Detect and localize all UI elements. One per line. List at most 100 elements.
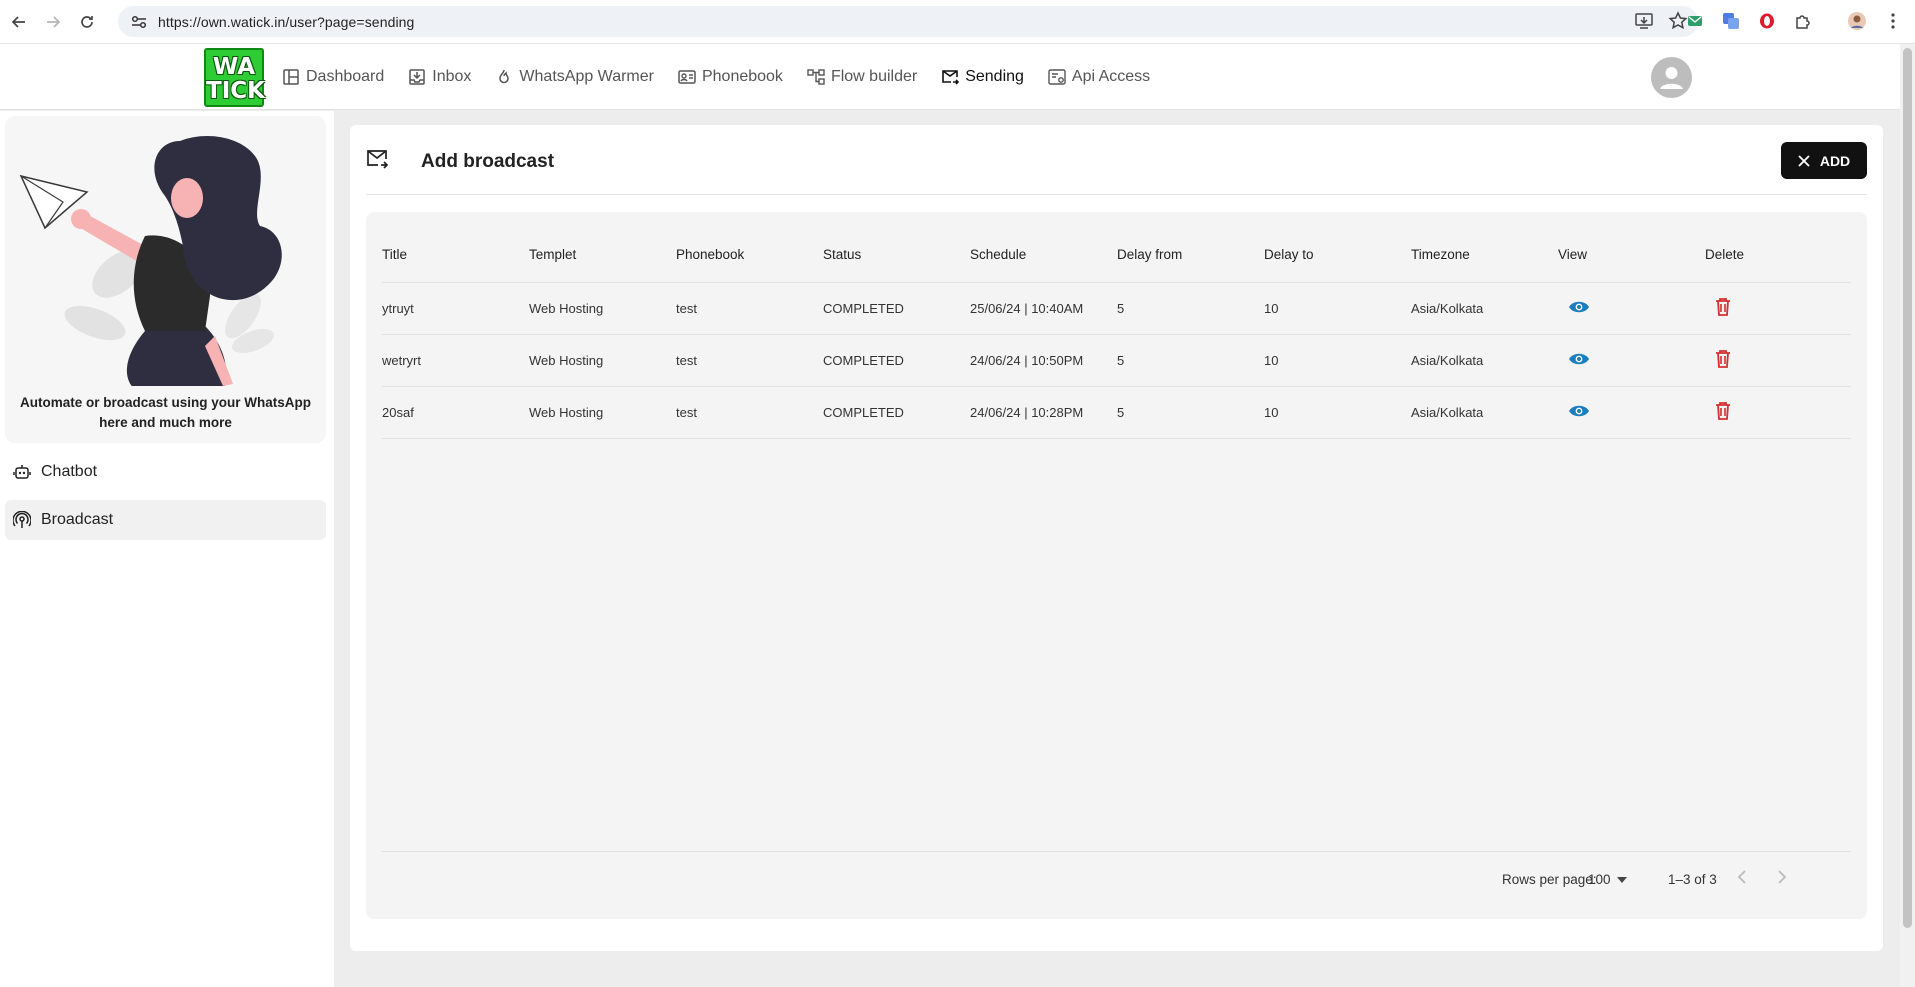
page-title: Add broadcast [421,151,555,172]
mail-send-icon [942,70,960,85]
watick-logo[interactable]: WA TICK [204,48,265,107]
cell-view [1558,300,1705,317]
user-avatar[interactable] [1651,57,1692,98]
flow-icon [807,69,825,85]
column-header-title[interactable]: Title [382,247,529,262]
column-header-delay-to[interactable]: Delay to [1264,247,1411,262]
cell-title: ytruyt [382,301,414,316]
cell-timezone: Asia/Kolkata [1411,405,1484,420]
install-app-icon[interactable] [1634,11,1654,36]
rows-per-page-select[interactable]: 100 [1588,872,1627,887]
table-pagination: Rows per page: 100 1–3 of 3 [382,851,1851,905]
cell-status: COMPLETED [823,353,904,368]
browser-menu-icon[interactable] [1881,9,1905,33]
table-row: 20saf Web Hosting test COMPLETED 24/06/2… [382,387,1851,439]
site-settings-icon[interactable] [124,15,154,29]
forward-icon[interactable] [38,7,68,37]
cell-delay-from: 5 [1117,405,1125,420]
column-header-delay-from[interactable]: Delay from [1117,247,1264,262]
add-broadcast-button[interactable]: ADD [1781,142,1867,179]
extension-mail-icon[interactable] [1683,9,1707,33]
cell-schedule: 24/06/24 | 10:50PM [970,353,1084,368]
nav-api-access[interactable]: Api Access [1048,68,1150,86]
contacts-icon [678,70,696,84]
browser-toolbar: https://own.watick.in/user?page=sending [0,0,1915,44]
table-header: Title Templet Phonebook Status Schedule … [382,212,1851,283]
column-header-delete[interactable]: Delete [1705,247,1852,262]
address-bar[interactable]: https://own.watick.in/user?page=sending [118,6,1698,37]
cell-delay-to: 10 [1264,353,1279,368]
page-scrollbar[interactable] [1900,44,1915,987]
column-header-timezone[interactable]: Timezone [1411,247,1558,262]
pagination-range: 1–3 of 3 [1668,872,1717,887]
delete-trash-icon[interactable] [1715,402,1731,423]
sidebar-item-chatbot[interactable]: Chatbot [5,452,326,492]
cell-phonebook: test [676,301,697,316]
cell-timezone: Asia/Kolkata [1411,353,1484,368]
broadcast-table: Title Templet Phonebook Status Schedule … [366,212,1867,919]
cell-delete [1705,298,1852,319]
inbox-icon [409,69,426,85]
column-header-status[interactable]: Status [823,247,970,262]
extension-opera-icon[interactable] [1755,9,1779,33]
rows-per-page-label: Rows per page: [1502,872,1597,887]
cell-templet: Web Hosting [529,353,604,368]
cell-title: 20saf [382,405,414,420]
nav-whatsapp-warmer[interactable]: WhatsApp Warmer [495,68,654,86]
nav-inbox[interactable]: Inbox [408,68,471,86]
broadcast-card: Add broadcast ADD Title Templet Phoneboo… [350,125,1883,951]
top-navigation: Dashboard Inbox WhatsApp Warmer Phoneboo… [282,44,1174,110]
close-icon [1798,154,1810,167]
broadcast-icon [13,511,31,528]
cell-phonebook: test [676,405,697,420]
cell-timezone: Asia/Kolkata [1411,301,1484,316]
column-header-view[interactable]: View [1558,247,1705,262]
robot-icon [13,465,31,479]
card-header: Add broadcast ADD [366,125,1867,195]
cell-delay-from: 5 [1117,353,1125,368]
sidebar-item-broadcast[interactable]: Broadcast [5,500,326,540]
app-header: WA TICK Dashboard Inbox WhatsApp Warmer … [0,44,1900,110]
delete-trash-icon[interactable] [1715,298,1731,319]
nav-flow-builder[interactable]: Flow builder [807,68,917,86]
cell-view [1558,404,1705,421]
view-eye-icon[interactable] [1568,352,1590,369]
mail-send-icon [366,149,389,174]
cell-title: wetryrt [382,353,421,368]
column-header-templet[interactable]: Templet [529,247,676,262]
woman-paper-plane-illustration [19,136,282,396]
extension-translate-icon[interactable] [1719,9,1743,33]
back-icon[interactable] [4,7,34,37]
sidebar: Automate or broadcast using your WhatsAp… [0,111,334,987]
cell-delay-to: 10 [1264,301,1279,316]
cell-schedule: 25/06/24 | 10:40AM [970,301,1084,316]
cell-delay-from: 5 [1117,301,1125,316]
fire-icon [499,69,510,84]
nav-sending[interactable]: Sending [941,68,1024,86]
api-icon [1048,69,1066,85]
cell-status: COMPLETED [823,405,904,420]
dashboard-icon [283,69,299,85]
table-row: ytruyt Web Hosting test COMPLETED 25/06/… [382,283,1851,335]
caret-down-icon [1616,876,1627,883]
profile-avatar-icon[interactable] [1845,9,1869,33]
view-eye-icon[interactable] [1568,404,1590,421]
nav-dashboard[interactable]: Dashboard [282,68,384,86]
column-header-schedule[interactable]: Schedule [970,247,1117,262]
table-row: wetryrt Web Hosting test COMPLETED 24/06… [382,335,1851,387]
previous-page-icon[interactable] [1737,870,1747,889]
extensions-puzzle-icon[interactable] [1791,9,1815,33]
column-header-phonebook[interactable]: Phonebook [676,247,823,262]
promo-text: Automate or broadcast using your WhatsAp… [19,395,312,430]
reload-icon[interactable] [72,7,102,37]
cell-schedule: 24/06/24 | 10:28PM [970,405,1084,420]
nav-phonebook[interactable]: Phonebook [678,68,783,86]
delete-trash-icon[interactable] [1715,350,1731,371]
next-page-icon[interactable] [1777,870,1787,889]
cell-templet: Web Hosting [529,405,604,420]
cell-view [1558,352,1705,369]
cell-templet: Web Hosting [529,301,604,316]
scrollbar-thumb[interactable] [1903,48,1912,928]
cell-status: COMPLETED [823,301,904,316]
view-eye-icon[interactable] [1568,300,1590,317]
